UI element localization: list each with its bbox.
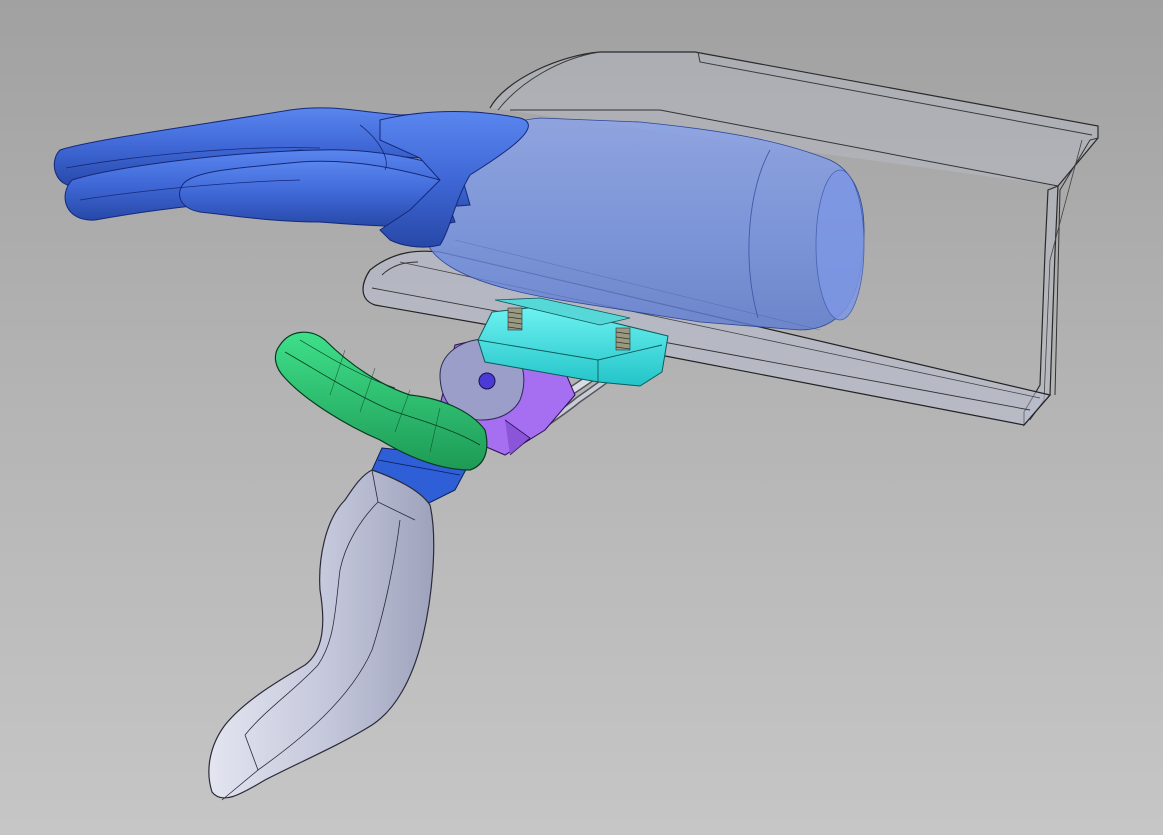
handle[interactable] (208, 469, 435, 801)
spring-left (507, 307, 523, 331)
cad-3d-viewport[interactable] (0, 0, 1163, 835)
assembly-model[interactable] (0, 0, 1163, 835)
spring-right (615, 327, 631, 351)
pivot-pin-icon (478, 372, 496, 390)
